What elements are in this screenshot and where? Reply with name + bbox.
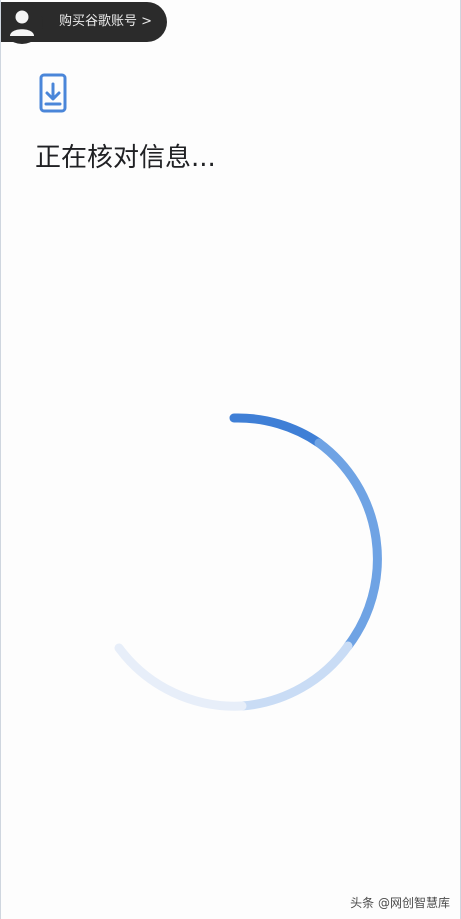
phone-download-icon: [39, 73, 67, 113]
user-avatar-icon: [1, 2, 43, 44]
page-title: 正在核对信息...: [35, 143, 216, 173]
watermark: 头条 @网创智慧库: [350, 896, 450, 910]
buy-google-account-label: 购买谷歌账号 >: [59, 14, 153, 29]
buy-google-account-button[interactable]: 购买谷歌账号 >: [1, 2, 167, 44]
loading-spinner: [114, 413, 382, 711]
screen: 购买谷歌账号 > 正在核对信息... 头条 @网创智慧库: [0, 0, 461, 919]
